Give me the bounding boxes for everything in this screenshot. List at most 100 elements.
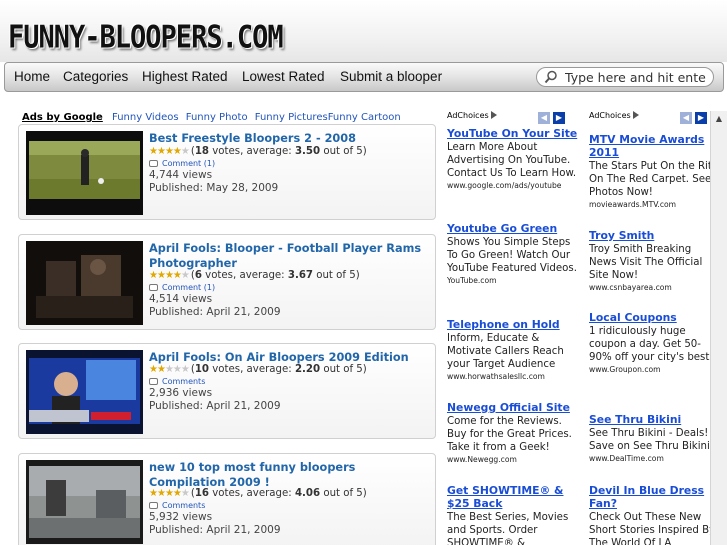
star-icon[interactable]: ★ xyxy=(165,270,174,281)
video-title[interactable]: Best Freestyle Bloopers 2 - 2008 xyxy=(149,131,429,146)
star-icon[interactable]: ★ xyxy=(149,146,158,157)
star-icon[interactable]: ★ xyxy=(165,364,174,375)
video-card: April Fools: On Air Bloopers 2009 Editio… xyxy=(18,343,436,439)
ad-title[interactable]: MTV Movie Awards 2011 xyxy=(589,133,721,159)
ad-body: Troy Smith Breaking News Visit The Offic… xyxy=(589,244,703,281)
ad-scrollbar[interactable]: ▲ xyxy=(710,111,727,545)
ad-title[interactable]: Local Coupons xyxy=(589,311,721,324)
ad-unit: Youtube Go Green Shows You Simple Steps … xyxy=(447,222,579,285)
view-count: 4,514 views xyxy=(149,293,213,305)
ad-url[interactable]: www.Newegg.com xyxy=(447,455,579,464)
votes-text: votes, average: xyxy=(201,270,288,281)
ad-url[interactable]: www.DealTime.com xyxy=(589,454,721,463)
ad-title[interactable]: Get SHOWTIME® & $25 Back xyxy=(447,484,579,510)
star-icon[interactable]: ★ xyxy=(149,364,158,375)
star-icon[interactable]: ★ xyxy=(173,364,182,375)
video-title[interactable]: April Fools: Blooper - Football Player R… xyxy=(149,241,429,271)
comment-icon xyxy=(149,378,158,385)
vote-average: 3.50 xyxy=(294,146,321,157)
rating-stars[interactable]: ★★★★★ xyxy=(149,488,190,500)
ad-title[interactable]: Devil In Blue Dress Fan? xyxy=(589,484,721,510)
votes-text: votes, average: xyxy=(209,364,295,375)
video-thumbnail[interactable] xyxy=(26,350,143,434)
published-date: Published: April 21, 2009 xyxy=(149,524,281,536)
published-date: Published: April 21, 2009 xyxy=(149,400,281,412)
ad-url[interactable]: www.Groupon.com xyxy=(589,365,721,374)
video-title[interactable]: April Fools: On Air Bloopers 2009 Editio… xyxy=(149,350,429,365)
star-icon[interactable]: ★ xyxy=(157,364,166,375)
ad-title[interactable]: Newegg Official Site xyxy=(447,401,579,414)
star-icon[interactable]: ★ xyxy=(173,488,182,499)
out-of-text: out of 5) xyxy=(320,364,367,375)
ad-unit: Get SHOWTIME® & $25 Back The Best Series… xyxy=(447,484,579,545)
rating-stars[interactable]: ★★★★★ xyxy=(149,146,190,158)
votes-text: votes, average: xyxy=(209,146,295,157)
votes-text: votes, average: xyxy=(209,488,295,499)
scroll-up-arrow-icon[interactable]: ▲ xyxy=(713,113,725,125)
search-input[interactable] xyxy=(565,69,710,85)
vote-count: 10 xyxy=(194,364,210,375)
star-icon[interactable]: ★ xyxy=(157,270,166,281)
ad-body: Check Out These New Short Stories Inspir… xyxy=(589,512,716,545)
ad-link-funny-photo[interactable]: Funny Photo xyxy=(186,112,248,123)
star-icon[interactable]: ★ xyxy=(165,146,174,157)
video-card: Best Freestyle Bloopers 2 - 2008 ★★★★★ (1… xyxy=(18,124,436,220)
ad-unit: Newegg Official Site Come for the Review… xyxy=(447,401,579,464)
star-icon[interactable]: ★ xyxy=(165,488,174,499)
ad-next-button[interactable]: ▶ xyxy=(553,112,565,124)
star-icon[interactable]: ★ xyxy=(157,146,166,157)
ad-unit: Local Coupons 1 ridiculously huge coupon… xyxy=(589,311,721,374)
video-title[interactable]: new 10 top most funny bloopers Compilati… xyxy=(149,460,429,490)
star-icon[interactable]: ★ xyxy=(181,146,190,157)
star-icon[interactable]: ★ xyxy=(173,270,182,281)
ad-title[interactable]: Telephone on Hold xyxy=(447,318,579,331)
video-thumbnail[interactable] xyxy=(26,131,143,215)
ad-title[interactable]: YouTube On Your Site xyxy=(447,127,579,140)
star-icon[interactable]: ★ xyxy=(181,364,190,375)
star-icon[interactable]: ★ xyxy=(181,270,190,281)
nav-home[interactable]: Home xyxy=(14,69,50,84)
site-logo[interactable]: FUNNY-BLOOPERS.COM xyxy=(8,20,284,56)
nav-highest-rated[interactable]: Highest Rated xyxy=(142,69,228,84)
video-thumbnail[interactable] xyxy=(26,460,143,544)
video-rating: ★★★★★ (16 votes, average: 4.06 out of 5) xyxy=(149,488,367,500)
view-count: 4,744 views xyxy=(149,169,213,181)
ad-url[interactable]: movieawards.MTV.com xyxy=(589,200,721,209)
ad-link-funny-cartoon[interactable]: Funny Cartoon xyxy=(328,112,401,123)
ad-next-button[interactable]: ▶ xyxy=(695,112,707,124)
nav-submit-blooper[interactable]: Submit a blooper xyxy=(340,69,442,84)
rating-stars[interactable]: ★★★★★ xyxy=(149,270,190,282)
ad-column-2: AdChoices ◀ ▶ MTV Movie Awards 2011 The … xyxy=(589,111,721,545)
star-icon[interactable]: ★ xyxy=(149,488,158,499)
ad-unit: Troy Smith Troy Smith Breaking News Visi… xyxy=(589,229,721,292)
ad-title[interactable]: See Thru Bikini xyxy=(589,413,721,426)
nav-lowest-rated[interactable]: Lowest Rated xyxy=(242,69,325,84)
video-card: April Fools: Blooper - Football Player R… xyxy=(18,234,436,330)
ad-prev-button[interactable]: ◀ xyxy=(680,112,692,124)
star-icon[interactable]: ★ xyxy=(181,488,190,499)
vote-count: 6 xyxy=(194,270,202,281)
ad-title[interactable]: Youtube Go Green xyxy=(447,222,579,235)
ad-column-1: AdChoices ◀ ▶ YouTube On Your Site Learn… xyxy=(447,111,579,545)
ad-body: Learn More About Advertising On YouTube.… xyxy=(447,142,577,179)
out-of-text: out of 5) xyxy=(320,488,367,499)
ads-by-google-label[interactable]: Ads by Google xyxy=(22,112,103,123)
star-icon[interactable]: ★ xyxy=(157,488,166,499)
star-icon[interactable]: ★ xyxy=(149,270,158,281)
ad-link-funny-pictures[interactable]: Funny Pictures xyxy=(255,112,328,123)
video-rating: ★★★★★ (6 votes, average: 3.67 out of 5) xyxy=(149,270,360,282)
ad-prev-button[interactable]: ◀ xyxy=(538,112,550,124)
ad-url[interactable]: www.horwathsalesllc.com xyxy=(447,372,579,381)
ad-url[interactable]: www.csnbayarea.com xyxy=(589,283,721,292)
ad-url[interactable]: www.google.com/ads/youtube xyxy=(447,181,579,190)
ad-title[interactable]: Troy Smith xyxy=(589,229,721,242)
ad-url[interactable]: YouTube.com xyxy=(447,276,579,285)
nav-categories[interactable]: Categories xyxy=(63,69,128,84)
ad-link-funny-videos[interactable]: Funny Videos xyxy=(112,112,179,123)
star-icon[interactable]: ★ xyxy=(173,146,182,157)
rating-stars[interactable]: ★★★★★ xyxy=(149,364,190,376)
vote-average: 3.67 xyxy=(287,270,313,281)
vote-count: 18 xyxy=(194,146,210,157)
vote-average: 4.06 xyxy=(294,488,321,499)
video-thumbnail[interactable] xyxy=(26,241,143,325)
